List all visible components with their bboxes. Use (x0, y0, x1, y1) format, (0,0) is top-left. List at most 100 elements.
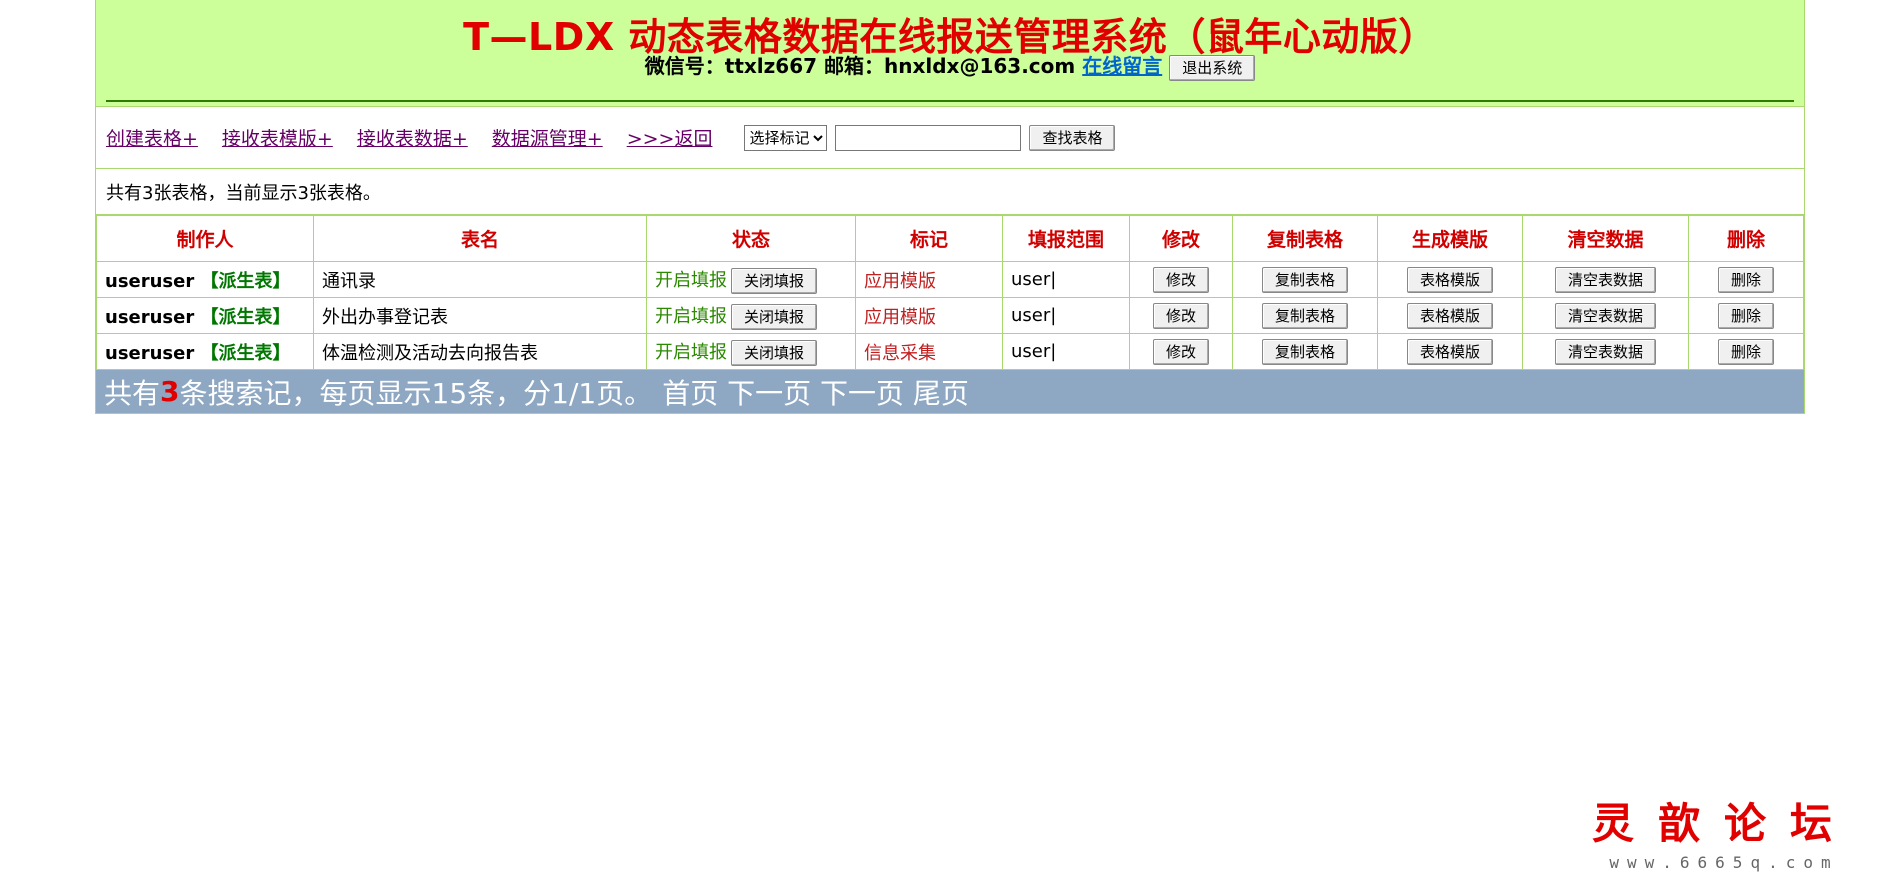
creator-cell: useruser 【派生表】 (96, 297, 314, 334)
col-edit: 修改 (1129, 215, 1233, 262)
contact-line: 微信号：ttxlz667 邮箱：hnxldx@163.com 在线留言 退出系统 (96, 50, 1804, 81)
mark-text: 信息采集 (864, 342, 936, 364)
close-fill-button[interactable]: 关闭填报 (731, 303, 818, 330)
clear-data-button[interactable]: 清空表数据 (1554, 302, 1656, 329)
col-template: 生成模版 (1377, 215, 1523, 262)
creator-name: useruser (105, 306, 195, 328)
edit-cell: 修改 (1129, 261, 1233, 298)
edit-button[interactable]: 修改 (1152, 338, 1209, 365)
pagination-bar: 共有 3 条搜索记，每页显示15条，分1/1页。 首页 下一页 下一页 尾页 (96, 370, 1804, 413)
make-template-button[interactable]: 表格模版 (1406, 302, 1493, 329)
close-fill-button[interactable]: 关闭填报 (731, 267, 818, 294)
message-link[interactable]: 在线留言 (1082, 54, 1162, 78)
table-row: useruser 【派生表】 通讯录 开启填报 关闭填报 应用模版 user| 修… (96, 261, 1804, 298)
delete-cell: 删除 (1688, 297, 1804, 334)
status-text: 开启填报 (655, 341, 727, 363)
mark-select[interactable]: 选择标记 (744, 124, 828, 151)
watermark-url: www.6665q.com (1609, 853, 1839, 872)
status-text: 开启填报 (655, 269, 727, 291)
nav-receive-data[interactable]: 接收表数据+ (357, 124, 468, 151)
nav-datasource[interactable]: 数据源管理+ (492, 124, 603, 151)
template-cell: 表格模版 (1377, 261, 1523, 298)
col-scope: 填报范围 (1002, 215, 1130, 262)
status-cell: 开启填报 关闭填报 (646, 333, 856, 370)
copy-cell: 复制表格 (1232, 297, 1378, 334)
mark-text: 应用模版 (864, 306, 936, 328)
search-input[interactable] (835, 124, 1022, 151)
derived-tag: 【派生表】 (200, 306, 291, 328)
delete-button[interactable]: 删除 (1717, 338, 1774, 365)
creator-name: useruser (105, 270, 195, 292)
mark-cell: 应用模版 (855, 261, 1003, 298)
delete-button[interactable]: 删除 (1717, 302, 1774, 329)
edit-cell: 修改 (1129, 297, 1233, 334)
creator-cell: useruser 【派生表】 (96, 333, 314, 370)
template-cell: 表格模版 (1377, 297, 1523, 334)
col-delete: 删除 (1688, 215, 1804, 262)
delete-button[interactable]: 删除 (1717, 266, 1774, 293)
mark-text: 应用模版 (864, 270, 936, 292)
header-divider (106, 100, 1794, 102)
logout-button[interactable]: 退出系统 (1169, 54, 1256, 81)
creator-cell: useruser 【派生表】 (96, 261, 314, 298)
creator-name: useruser (105, 342, 195, 364)
pager-links[interactable]: 首页 下一页 下一页 尾页 (662, 372, 969, 412)
col-status: 状态 (646, 215, 856, 262)
status-text: 开启填报 (655, 305, 727, 327)
scope-cell: user| (1002, 333, 1130, 370)
col-mark: 标记 (855, 215, 1003, 262)
toolbar: 创建表格+ 接收表模版+ 接收表数据+ 数据源管理+ >>>返回 选择标记 查找… (96, 107, 1804, 169)
derived-tag: 【派生表】 (200, 270, 291, 292)
mark-cell: 信息采集 (855, 333, 1003, 370)
col-clear: 清空数据 (1522, 215, 1689, 262)
table-name-cell: 体温检测及活动去向报告表 (313, 333, 647, 370)
nav-create-table[interactable]: 创建表格+ (106, 124, 198, 151)
main-frame: T—LDX 动态表格数据在线报送管理系统（鼠年心动版） 微信号：ttxlz667… (95, 0, 1805, 414)
nav-receive-template[interactable]: 接收表模版+ (222, 124, 333, 151)
contact-info: 微信号：ttxlz667 邮箱：hnxldx@163.com (644, 54, 1076, 78)
scope-cell: user| (1002, 297, 1130, 334)
derived-tag: 【派生表】 (200, 342, 291, 364)
table-name-cell: 外出办事登记表 (313, 297, 647, 334)
make-template-button[interactable]: 表格模版 (1406, 338, 1493, 365)
copy-cell: 复制表格 (1232, 333, 1378, 370)
record-count: 3 (160, 375, 180, 408)
nav-back[interactable]: >>>返回 (627, 124, 713, 151)
mark-cell: 应用模版 (855, 297, 1003, 334)
col-copy: 复制表格 (1232, 215, 1378, 262)
table-name-cell: 通讯录 (313, 261, 647, 298)
col-name: 表名 (313, 215, 647, 262)
clear-cell: 清空表数据 (1522, 261, 1689, 298)
close-fill-button[interactable]: 关闭填报 (731, 339, 818, 366)
delete-cell: 删除 (1688, 333, 1804, 370)
col-creator: 制作人 (96, 215, 314, 262)
pagination-prefix: 共有 (104, 376, 161, 410)
table-row: useruser 【派生表】 体温检测及活动去向报告表 开启填报 关闭填报 信息采… (96, 333, 1804, 370)
scope-cell: user| (1002, 261, 1130, 298)
search-button[interactable]: 查找表格 (1029, 124, 1116, 151)
clear-cell: 清空表数据 (1522, 333, 1689, 370)
copy-cell: 复制表格 (1232, 261, 1378, 298)
pagination-summary: 条搜索记，每页显示15条，分1/1页。 (179, 376, 653, 410)
tables-list: 制作人 表名 状态 标记 填报范围 修改 复制表格 生成模版 清空数据 删除 u… (96, 215, 1804, 370)
copy-table-button[interactable]: 复制表格 (1261, 302, 1348, 329)
make-template-button[interactable]: 表格模版 (1406, 266, 1493, 293)
clear-data-button[interactable]: 清空表数据 (1554, 338, 1656, 365)
clear-data-button[interactable]: 清空表数据 (1554, 266, 1656, 293)
table-summary: 共有3张表格，当前显示3张表格。 (96, 169, 1804, 215)
copy-table-button[interactable]: 复制表格 (1261, 338, 1348, 365)
status-cell: 开启填报 关闭填报 (646, 261, 856, 298)
edit-button[interactable]: 修改 (1152, 302, 1209, 329)
table-row: useruser 【派生表】 外出办事登记表 开启填报 关闭填报 应用模版 use… (96, 297, 1804, 334)
delete-cell: 删除 (1688, 261, 1804, 298)
watermark-title: 灵歆论坛 (1591, 799, 1856, 848)
edit-cell: 修改 (1129, 333, 1233, 370)
template-cell: 表格模版 (1377, 333, 1523, 370)
watermark: 灵歆论坛 www.6665q.com (1592, 790, 1856, 872)
header: T—LDX 动态表格数据在线报送管理系统（鼠年心动版） 微信号：ttxlz667… (96, 0, 1804, 107)
copy-table-button[interactable]: 复制表格 (1261, 266, 1348, 293)
status-cell: 开启填报 关闭填报 (646, 297, 856, 334)
clear-cell: 清空表数据 (1522, 297, 1689, 334)
edit-button[interactable]: 修改 (1152, 266, 1209, 293)
table-header-row: 制作人 表名 状态 标记 填报范围 修改 复制表格 生成模版 清空数据 删除 (96, 215, 1804, 262)
